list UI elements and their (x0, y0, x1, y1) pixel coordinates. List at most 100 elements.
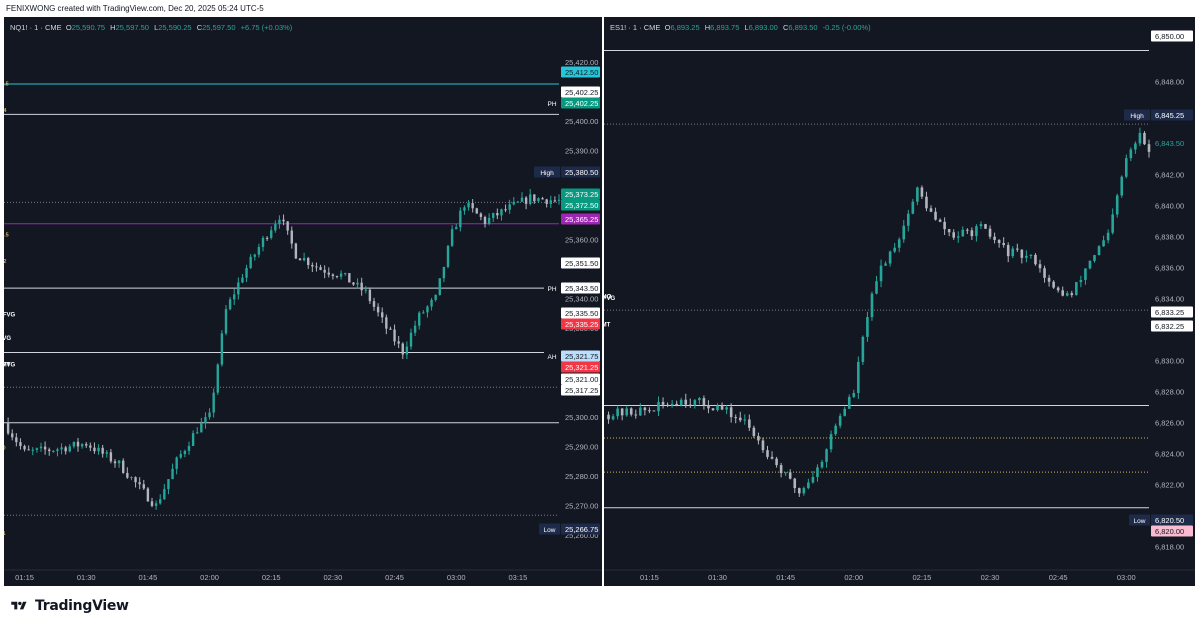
price-label: 25,343.50 (565, 284, 598, 293)
candle-body (52, 450, 55, 452)
candle-body (788, 472, 792, 479)
candle-body (607, 414, 610, 420)
candle-body (861, 336, 865, 362)
candle-body (770, 456, 774, 459)
candle-body (261, 237, 265, 248)
candle-body (117, 460, 121, 464)
price-label: 25,266.75 (565, 525, 598, 534)
candle-body (422, 312, 425, 314)
es-change: -0.25 (-0.00%) (822, 23, 871, 32)
candle-body (807, 482, 810, 489)
price-tag: Low (1134, 518, 1146, 525)
nq-low: 25,590.25 (158, 23, 192, 32)
x-tick-label: 01:15 (640, 573, 659, 582)
candle-body (241, 277, 244, 283)
candle-body (27, 449, 30, 451)
candle-body (323, 269, 326, 273)
candle-body (319, 267, 322, 270)
candle-body (1006, 245, 1010, 257)
candle-body (504, 209, 507, 211)
candle-body (779, 465, 783, 474)
y-tick-label: 6,838.00 (1155, 233, 1184, 242)
candle-body (372, 301, 376, 307)
candle-body (364, 289, 367, 291)
candle-body (520, 197, 524, 202)
candle-body (249, 256, 252, 268)
candle-body (434, 294, 437, 300)
candle-body (698, 398, 701, 401)
candle-body (716, 405, 719, 411)
candle-body (426, 306, 429, 313)
candle-body (430, 299, 433, 307)
price-label: 25,317.25 (565, 386, 598, 395)
y-tick-label: 25,360.00 (565, 235, 598, 244)
candle-body (870, 293, 874, 318)
candle-body (711, 408, 715, 411)
candle-body (200, 422, 203, 433)
candle-body (916, 187, 919, 202)
candle-body (616, 408, 619, 417)
candle-body (629, 408, 633, 415)
candle-body (274, 224, 277, 231)
candle-body (688, 404, 692, 406)
x-tick-label: 01:15 (15, 573, 34, 582)
candle-body (15, 437, 18, 443)
candle-body (1079, 279, 1083, 283)
candle-body (146, 488, 150, 502)
annotation-label: 5M FVG (4, 312, 15, 318)
candle-body (879, 265, 883, 282)
candle-body (661, 402, 665, 405)
y-tick-label: 6,818.00 (1155, 543, 1184, 552)
candle-body (286, 221, 289, 231)
candle-body (89, 445, 92, 448)
candle-body (784, 472, 787, 474)
x-tick-label: 02:45 (1049, 573, 1068, 582)
candle-body (1106, 232, 1110, 241)
candle-body (1029, 254, 1033, 256)
y-tick-label: 25,420.00 (565, 58, 598, 67)
price-label: 6,832.25 (1155, 322, 1184, 331)
price-label: 6,833.25 (1155, 308, 1184, 317)
candle-body (467, 203, 470, 208)
candle-body (1038, 264, 1042, 269)
y-tick-label: 6,828.00 (1155, 388, 1184, 397)
nq-chart-svg[interactable]: 25,420.0025,410.0025,400.0025,390.0025,3… (4, 17, 602, 586)
candle-body (512, 201, 515, 205)
candle-body (947, 229, 951, 233)
price-label: 25,321.75 (565, 352, 598, 361)
nq-close: 25,597.50 (202, 23, 236, 32)
candle-body (409, 332, 413, 347)
es-symbol[interactable]: ES1! · 1 · CME (610, 23, 660, 32)
price-label: 25,351.50 (565, 259, 598, 268)
price-label: 25,365.25 (565, 215, 598, 224)
candle-body (720, 405, 724, 410)
candle-body (138, 482, 141, 485)
candle-body (984, 224, 987, 229)
candle-body (1102, 240, 1105, 247)
nq-symbol[interactable]: NQ1! · 1 · CME (10, 23, 62, 32)
candle-body (496, 212, 499, 216)
candle-body (459, 210, 462, 228)
candle-body (1015, 248, 1019, 250)
nq-chart-pane[interactable]: 25,420.0025,410.0025,400.0025,390.0025,3… (4, 17, 602, 586)
candle-body (524, 197, 528, 204)
candle-body (471, 203, 474, 209)
candle-body (220, 333, 224, 365)
candle-body (761, 440, 765, 451)
candle-body (208, 412, 211, 418)
es-close: 6,893.50 (788, 23, 818, 32)
candle-body (766, 450, 769, 457)
candle-body (1043, 268, 1046, 278)
es-chart-svg[interactable]: 6,848.006,846.006,844.006,842.006,840.00… (604, 17, 1195, 586)
candle-body (159, 499, 162, 504)
candle-body (920, 187, 924, 197)
candle-body (393, 329, 396, 342)
price-label: 6,843.50 (1155, 139, 1184, 148)
y-tick-label: 25,280.00 (565, 472, 598, 481)
candle-body (902, 225, 906, 240)
candle-body (793, 478, 797, 489)
price-tag: High (540, 170, 554, 177)
candle-body (134, 477, 137, 483)
es-chart-pane[interactable]: 6,848.006,846.006,844.006,842.006,840.00… (604, 17, 1195, 586)
candle-body (35, 448, 39, 450)
